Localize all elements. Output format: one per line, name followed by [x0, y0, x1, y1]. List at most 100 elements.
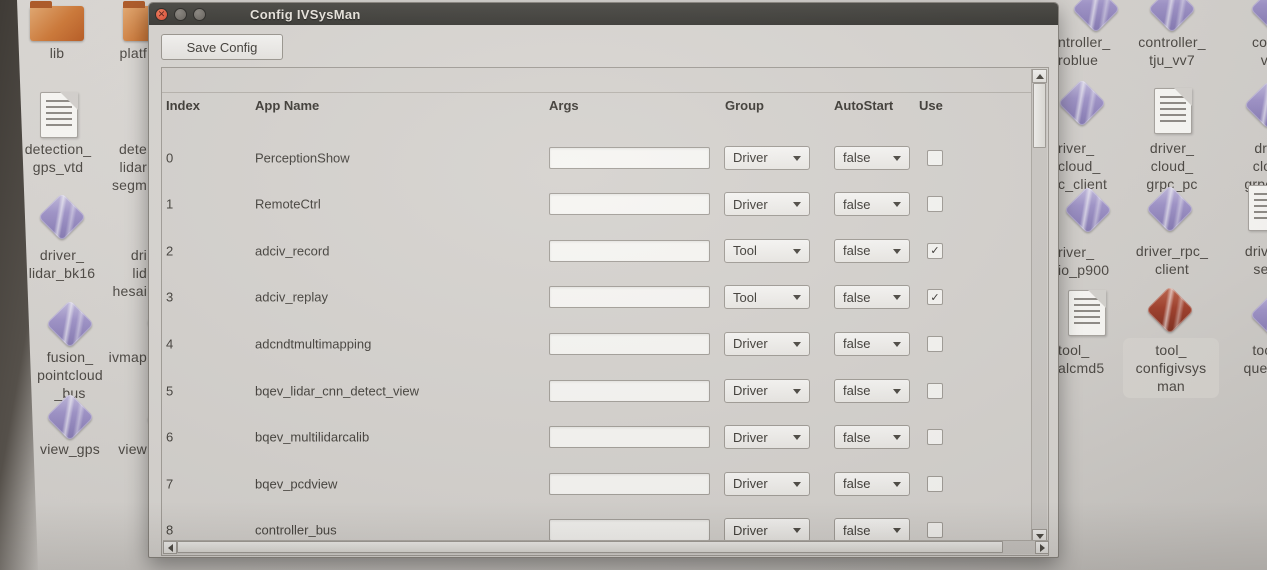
autostart-select[interactable]: false [834, 239, 910, 263]
cell-index: 5 [166, 383, 173, 398]
cell-app-name: PerceptionShow [255, 150, 350, 165]
group-select[interactable]: Tool [724, 239, 810, 263]
select-value: false [843, 430, 870, 445]
group-select[interactable]: Driver [724, 192, 810, 216]
arrow-right-icon [1040, 544, 1045, 552]
icon-label: toolqueryr [1222, 341, 1267, 377]
table-row: 4adcndtmultimappingDriverfalse [162, 320, 1032, 367]
titlebar[interactable]: ✕ Config IVSysMan [149, 3, 1058, 25]
icon-label: lib [27, 44, 87, 62]
cell-index: 3 [166, 290, 173, 305]
chevron-down-icon [793, 249, 801, 254]
args-input[interactable] [549, 519, 710, 541]
table-row: 3adciv_replayToolfalse✓ [162, 274, 1032, 321]
diamond-icon [1250, 0, 1267, 33]
select-value: false [843, 523, 870, 538]
table-row: 2adciv_recordToolfalse✓ [162, 227, 1032, 274]
table-rows: 0PerceptionShowDriverfalse1RemoteCtrlDri… [162, 68, 1048, 555]
select-value: Tool [733, 243, 757, 258]
args-input[interactable] [549, 193, 710, 215]
icon-label: driver_cloud_grpc_pc [1122, 139, 1222, 193]
maximize-button[interactable] [193, 8, 206, 21]
icon-label: platf [97, 44, 147, 62]
args-input[interactable] [549, 473, 710, 495]
chevron-down-icon [793, 342, 801, 347]
icon-label: drilidhesai [87, 246, 147, 300]
vertical-scroll-thumb[interactable] [1033, 83, 1046, 148]
config-ivsysman-window: ✕ Config IVSysMan Save Config Index App … [148, 2, 1059, 558]
select-value: Driver [733, 383, 768, 398]
args-input[interactable] [549, 240, 710, 262]
autostart-select[interactable]: false [834, 192, 910, 216]
select-value: false [843, 336, 870, 351]
args-input[interactable] [549, 286, 710, 308]
autostart-select[interactable]: false [834, 379, 910, 403]
app-table-panel: Index App Name Args Group AutoStart Use … [161, 67, 1049, 556]
minimize-button[interactable] [174, 8, 187, 21]
chevron-down-icon [893, 482, 901, 487]
table-row: 6bqev_multilidarcalibDriverfalse [162, 414, 1032, 461]
icon-label: contrvv [1226, 33, 1267, 69]
scroll-left-button[interactable] [163, 541, 177, 554]
select-value: Driver [733, 476, 768, 491]
select-value: false [843, 197, 870, 212]
diamond-icon [1058, 79, 1106, 127]
icon-label: river_io_p900 [1058, 243, 1128, 279]
group-select[interactable]: Driver [724, 146, 810, 170]
autostart-select[interactable]: false [834, 472, 910, 496]
diamond-icon [46, 300, 94, 348]
vertical-scrollbar[interactable] [1031, 69, 1047, 543]
group-select[interactable]: Driver [724, 332, 810, 356]
select-value: false [843, 290, 870, 305]
group-select[interactable]: Tool [724, 285, 810, 309]
chevron-down-icon [893, 249, 901, 254]
chevron-down-icon [793, 202, 801, 207]
save-config-button[interactable]: Save Config [161, 34, 283, 60]
cell-index: 4 [166, 336, 173, 351]
use-checkbox[interactable] [927, 429, 943, 445]
icon-label: detelidarsegm [87, 140, 147, 194]
chevron-down-icon [793, 528, 801, 533]
autostart-select[interactable]: false [834, 425, 910, 449]
doc-icon [40, 92, 78, 138]
use-checkbox[interactable] [927, 336, 943, 352]
use-checkbox[interactable]: ✓ [927, 243, 943, 259]
cell-app-name: bqev_multilidarcalib [255, 430, 369, 445]
select-value: Driver [733, 523, 768, 538]
group-select[interactable]: Driver [724, 379, 810, 403]
autostart-select[interactable]: false [834, 518, 910, 542]
args-input[interactable] [549, 333, 710, 355]
chevron-down-icon [893, 342, 901, 347]
args-input[interactable] [549, 147, 710, 169]
select-value: Driver [733, 150, 768, 165]
use-checkbox[interactable] [927, 150, 943, 166]
use-checkbox[interactable]: ✓ [927, 289, 943, 305]
use-checkbox[interactable] [927, 476, 943, 492]
chevron-down-icon [893, 156, 901, 161]
autostart-select[interactable]: false [834, 332, 910, 356]
group-select[interactable]: Driver [724, 472, 810, 496]
icon-label: tool_configivsysman [1126, 341, 1216, 395]
use-checkbox[interactable] [927, 522, 943, 538]
autostart-select[interactable]: false [834, 285, 910, 309]
use-checkbox[interactable] [927, 196, 943, 212]
icon-label: ivmap [87, 348, 147, 366]
horizontal-scrollbar[interactable] [163, 540, 1049, 554]
use-checkbox[interactable] [927, 383, 943, 399]
scroll-up-button[interactable] [1032, 69, 1047, 83]
args-input[interactable] [549, 380, 710, 402]
chevron-down-icon [793, 389, 801, 394]
chevron-down-icon [893, 435, 901, 440]
select-value: Driver [733, 430, 768, 445]
group-select[interactable]: Driver [724, 425, 810, 449]
autostart-select[interactable]: false [834, 146, 910, 170]
horizontal-scroll-thumb[interactable] [177, 541, 1003, 553]
select-value: Driver [733, 197, 768, 212]
arrow-up-icon [1036, 74, 1044, 79]
cell-index: 1 [166, 197, 173, 212]
group-select[interactable]: Driver [724, 518, 810, 542]
cell-index: 8 [166, 523, 173, 538]
scroll-right-button[interactable] [1035, 541, 1049, 554]
close-button[interactable]: ✕ [155, 8, 168, 21]
args-input[interactable] [549, 426, 710, 448]
